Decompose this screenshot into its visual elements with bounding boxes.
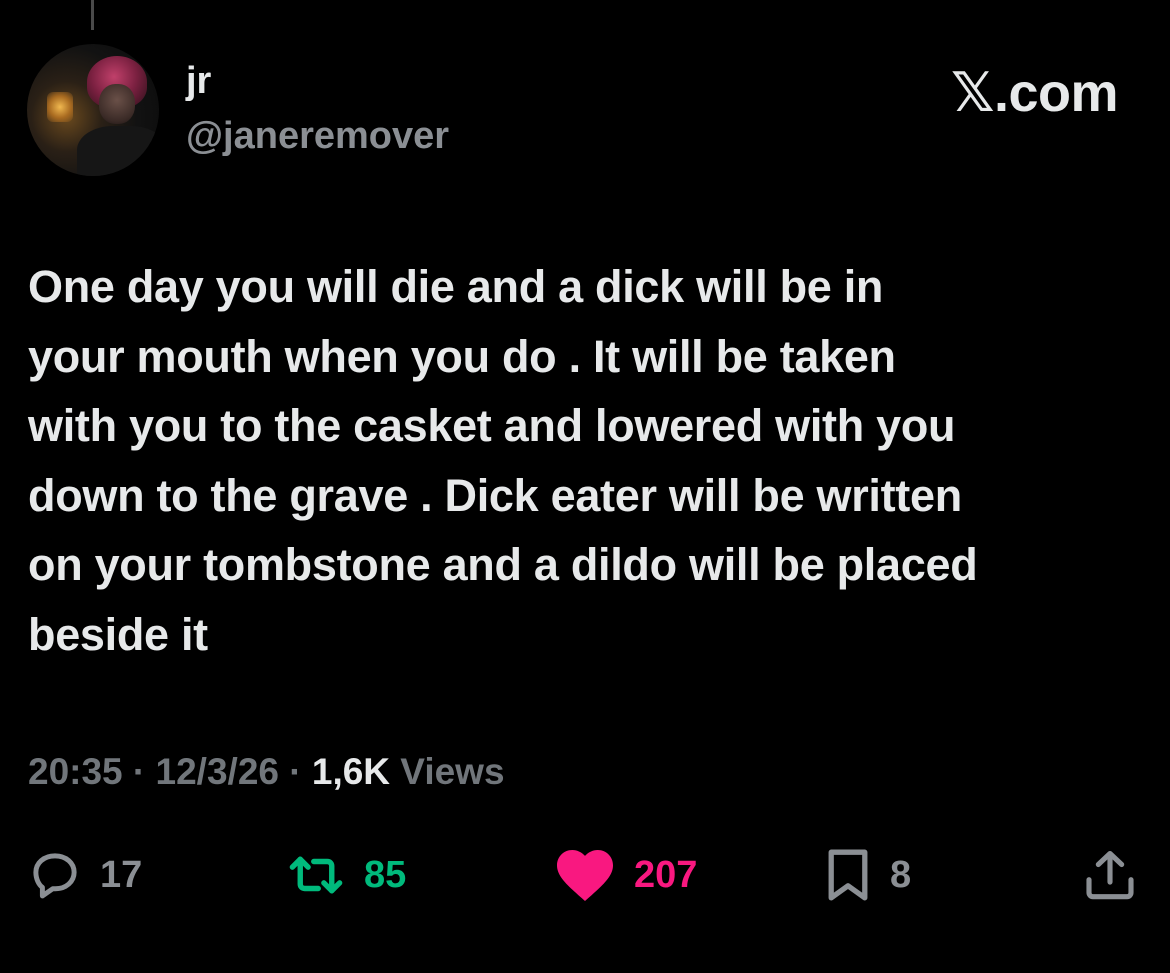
share-icon [1082,847,1138,903]
site-brand: 𝕏.com [951,63,1119,123]
tweet-date[interactable]: 12/3/26 [156,751,279,792]
retweet-count: 85 [364,854,407,896]
brand-suffix: .com [993,63,1119,123]
tweet-text: One day you will die and a dick will be … [28,261,978,660]
meta-separator: · [278,751,312,792]
avatar[interactable] [27,44,159,176]
share-button[interactable] [1082,840,1138,910]
avatar-face-detail [99,84,135,124]
bookmark-count: 8 [890,854,912,896]
views-count: 1,6K [311,751,391,792]
thread-connector-line [91,0,94,30]
retweet-icon [286,848,346,902]
reply-button[interactable]: 17 [28,840,142,910]
like-count: 207 [634,854,698,896]
tweet-meta: 20:35 · 12/3/26 · 1,6K Views [28,751,505,793]
reply-count: 17 [100,854,143,896]
bookmark-icon [824,846,872,904]
author-display-name[interactable]: jr [186,62,211,100]
bookmark-button[interactable]: 8 [824,840,911,910]
tweet-actions-bar: 17 85 207 8 [0,840,1170,910]
x-logo-icon: 𝕏 [950,61,995,124]
reply-icon [28,848,82,902]
tweet-time[interactable]: 20:35 [28,751,123,792]
avatar-body-detail [77,126,159,176]
meta-separator: · [122,751,156,792]
avatar-lamp-detail [47,92,73,122]
heart-icon [554,847,616,903]
views-label: Views [390,751,505,792]
author-handle[interactable]: @janeremover [186,117,449,155]
like-button[interactable]: 207 [554,840,697,910]
retweet-button[interactable]: 85 [286,840,406,910]
